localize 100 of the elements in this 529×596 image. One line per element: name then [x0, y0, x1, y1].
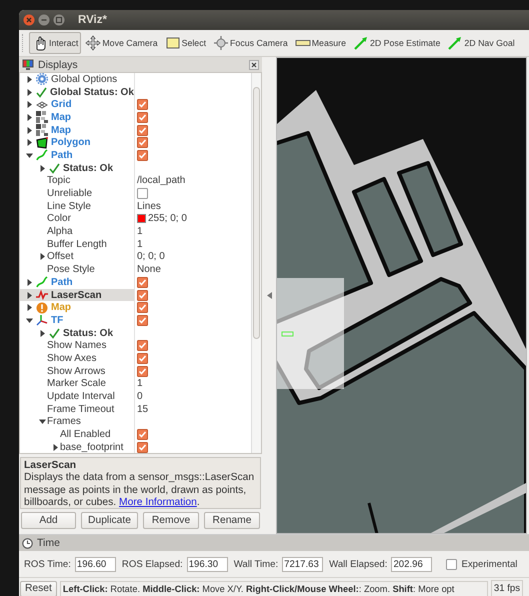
- expand-arrow-icon[interactable]: [38, 164, 46, 172]
- check-icon: [49, 328, 60, 339]
- tree-item-label[interactable]: Map: [51, 124, 71, 136]
- tree-item-label[interactable]: Unreliable: [47, 188, 92, 200]
- property-value: 1: [137, 226, 143, 238]
- expand-arrow-icon[interactable]: [38, 253, 46, 260]
- tree-item-label[interactable]: Frames: [47, 416, 81, 428]
- checkbox[interactable]: [137, 124, 148, 136]
- tree-item-label[interactable]: Global Options: [51, 74, 118, 85]
- property-value: 0; 0; 0: [137, 251, 165, 262]
- checkbox[interactable]: [137, 340, 148, 352]
- tree-item-label[interactable]: Show Names: [47, 340, 106, 352]
- tree-item-label[interactable]: Grid: [51, 99, 72, 110]
- checkbox[interactable]: [137, 314, 148, 326]
- tool-button[interactable]: 2D Nav Goal: [444, 32, 518, 54]
- expand-arrow-icon[interactable]: [26, 76, 32, 83]
- time-field[interactable]: 202.96: [391, 556, 432, 572]
- tool-button[interactable]: Move Camera: [82, 32, 161, 54]
- checkbox[interactable]: [137, 137, 148, 148]
- expand-arrow-icon[interactable]: [26, 101, 32, 108]
- property-value: 15: [137, 404, 148, 415]
- expand-arrow-icon[interactable]: [26, 126, 32, 134]
- expand-arrow-icon[interactable]: [26, 152, 32, 159]
- tool-button[interactable]: 2D Pose Estimate: [350, 32, 444, 54]
- scrollbar[interactable]: [251, 73, 261, 453]
- tool-button[interactable]: Select: [162, 32, 210, 54]
- close-icon[interactable]: [249, 60, 259, 70]
- tree-item-label[interactable]: Offset: [47, 251, 74, 262]
- tree-item-label[interactable]: Update Interval: [47, 391, 115, 402]
- monitor-icon: [22, 59, 34, 70]
- checkbox[interactable]: [137, 99, 148, 110]
- checkbox[interactable]: [137, 442, 148, 453]
- checkbox[interactable]: [137, 302, 148, 314]
- grid-icon: [36, 98, 48, 111]
- expand-arrow-icon[interactable]: [26, 88, 32, 96]
- more-information-link[interactable]: More Information: [119, 497, 197, 508]
- property-value: Lines: [137, 200, 161, 212]
- description-title: LaserScan: [24, 460, 78, 472]
- time-field[interactable]: 196.30: [186, 556, 228, 572]
- checkbox[interactable]: [137, 429, 148, 440]
- tree-item-label[interactable]: Color: [47, 213, 71, 224]
- reset-button[interactable]: Reset: [20, 580, 57, 596]
- maximize-icon[interactable]: [53, 14, 65, 26]
- tool-button[interactable]: Focus Camera: [210, 32, 291, 54]
- expand-arrow-icon[interactable]: [38, 330, 46, 337]
- tree-item-label[interactable]: TF: [51, 314, 64, 326]
- checkbox[interactable]: [137, 276, 148, 288]
- tree-item-label[interactable]: Marker Scale: [47, 378, 106, 390]
- checkbox[interactable]: [137, 290, 148, 301]
- expand-arrow-icon[interactable]: [26, 304, 32, 312]
- expand-arrow-icon[interactable]: [26, 114, 32, 121]
- check-icon: [49, 162, 60, 174]
- tree-item-label[interactable]: Show Arrows: [47, 366, 106, 377]
- tool-button[interactable]: Measure: [292, 32, 349, 54]
- time-field[interactable]: 7217.63: [282, 556, 324, 572]
- minimize-icon[interactable]: [38, 14, 50, 26]
- tree-item-label[interactable]: Status: Ok: [63, 162, 114, 174]
- checkbox[interactable]: [446, 558, 458, 570]
- panel-button[interactable]: Rename: [204, 512, 260, 529]
- tree-item-label[interactable]: Frame Timeout: [47, 404, 114, 415]
- collapse-arrow-icon[interactable]: [266, 292, 272, 299]
- wave-icon: [36, 289, 48, 302]
- tree-item-label[interactable]: Global Status: Ok: [50, 86, 134, 98]
- panel-button[interactable]: Duplicate: [81, 512, 138, 529]
- tree-item-label[interactable]: base_footprint: [60, 442, 124, 453]
- time-field[interactable]: 196.60: [74, 556, 116, 572]
- expand-arrow-icon[interactable]: [26, 292, 32, 299]
- tree-item-label[interactable]: Polygon: [51, 137, 90, 148]
- checkbox[interactable]: [137, 150, 148, 161]
- tree-item-label[interactable]: Pose Style: [47, 264, 95, 276]
- tree-item-label[interactable]: Buffer Length: [47, 238, 107, 250]
- tree-item-label[interactable]: Path: [51, 276, 73, 288]
- close-icon[interactable]: [23, 14, 35, 26]
- tree-item-label[interactable]: Status: Ok: [63, 328, 114, 339]
- tree-item-label[interactable]: Alpha: [47, 226, 73, 238]
- tool-button[interactable]: Interact: [29, 32, 82, 54]
- help-text: Left-Click: Rotate. Middle-Click: Move X/Y. Right-Click/Mouse Wheel:: Zoom. Shift: More opt: [60, 580, 488, 596]
- tree-item-label[interactable]: Topic: [47, 175, 70, 186]
- checkbox[interactable]: [137, 366, 148, 377]
- tree-item-label[interactable]: Show Axes: [47, 352, 96, 364]
- property-value: None: [137, 264, 161, 276]
- panel-button[interactable]: Add: [21, 512, 76, 529]
- tree-item-label[interactable]: Line Style: [47, 200, 91, 212]
- checkbox[interactable]: [137, 352, 148, 364]
- expand-arrow-icon[interactable]: [52, 444, 58, 451]
- move-arrows-icon: [85, 35, 102, 51]
- expand-arrow-icon[interactable]: [26, 316, 32, 324]
- checkbox[interactable]: [137, 188, 148, 200]
- expand-arrow-icon[interactable]: [26, 139, 32, 146]
- clock-icon: [22, 538, 33, 548]
- property-value: /local_path: [137, 175, 186, 186]
- tree-item-label[interactable]: All Enabled: [60, 429, 111, 440]
- panel-title: Time: [37, 537, 60, 549]
- expand-arrow-icon[interactable]: [26, 278, 32, 286]
- tree-item-label[interactable]: Map: [51, 112, 71, 123]
- tree-item-label[interactable]: Path: [51, 150, 73, 161]
- panel-button[interactable]: Remove: [143, 512, 199, 529]
- expand-arrow-icon[interactable]: [38, 418, 46, 426]
- checkbox[interactable]: [137, 112, 148, 123]
- property-value: 0: [137, 391, 143, 402]
